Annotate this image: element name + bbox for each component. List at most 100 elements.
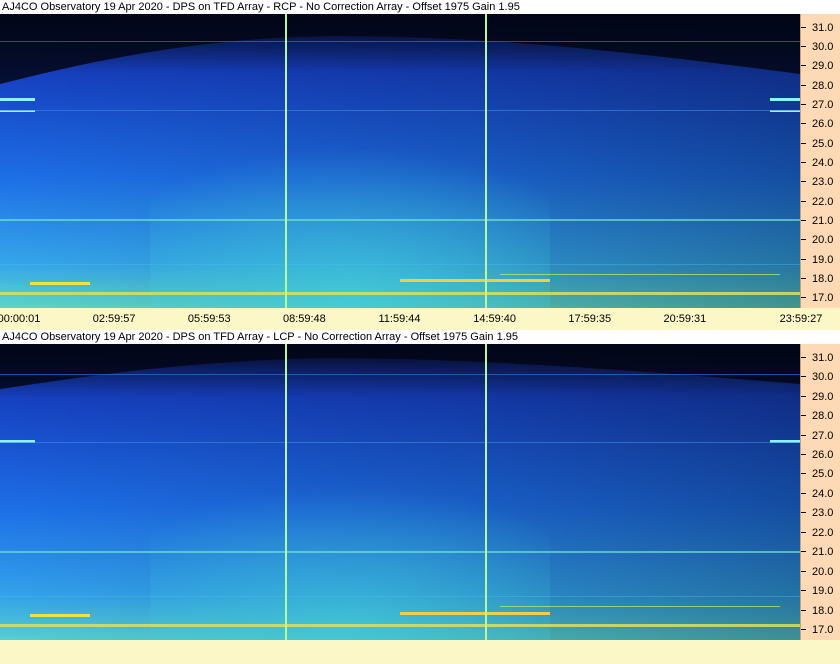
y-tick-label: 20.0 — [812, 234, 834, 247]
y-tick-mark — [801, 161, 806, 163]
y-tick-label: 21.0 — [812, 546, 834, 559]
y-tick-mark — [801, 103, 806, 105]
y-tick-label: 28.0 — [812, 79, 834, 92]
y-tick: 27.0 — [801, 429, 840, 443]
y-tick-mark — [801, 219, 806, 221]
y-tick-label: 17.0 — [812, 624, 834, 637]
x-tick-label: 05:59:53 — [187, 313, 231, 325]
y-tick-mark — [801, 415, 806, 417]
y-tick: 28.0 — [801, 79, 840, 93]
y-tick-label: 31.0 — [812, 351, 834, 364]
y-tick-label: 18.0 — [812, 604, 834, 617]
y-tick: 29.0 — [801, 390, 840, 404]
y-tick-label: 18.0 — [812, 272, 834, 285]
y-tick-mark — [801, 609, 806, 611]
x-tick-label: 02:59:57 — [92, 313, 136, 325]
y-tick-mark — [801, 200, 806, 202]
y-tick-label: 24.0 — [812, 156, 834, 169]
y-tick-label: 27.0 — [812, 98, 834, 111]
y-axis-rcp: 31.0 30.0 29.0 28.0 27.0 26.0 25.0 24.0 23.0 22.0… — [800, 14, 840, 308]
y-tick-label: 29.0 — [812, 60, 834, 73]
y-tick-label: 24.0 — [812, 487, 834, 500]
y-tick: 24.0 — [801, 487, 840, 501]
y-tick: 19.0 — [801, 253, 840, 267]
y-tick: 31.0 — [801, 351, 840, 365]
y-tick: 30.0 — [801, 370, 840, 384]
y-tick-label: 25.0 — [812, 137, 834, 150]
y-tick: 25.0 — [801, 137, 840, 151]
y-tick-mark — [801, 356, 806, 358]
marker-line-right — [485, 14, 487, 308]
y-tick-label: 28.0 — [812, 410, 834, 423]
y-tick-label: 27.0 — [812, 429, 834, 442]
y-tick: 22.0 — [801, 195, 840, 209]
y-tick-mark — [801, 45, 806, 47]
y-tick-label: 23.0 — [812, 176, 834, 189]
y-axis-lcp: 31.0 30.0 29.0 28.0 27.0 26.0 25.0 24.0 23.0 22.0… — [800, 344, 840, 640]
x-axis-lcp — [0, 640, 840, 664]
marker-line-left — [285, 344, 287, 640]
y-tick-label: 19.0 — [812, 253, 834, 266]
y-tick: 22.0 — [801, 526, 840, 540]
y-tick-mark — [801, 590, 806, 592]
spectrogram-lcp-canvas — [0, 344, 800, 640]
y-tick-mark — [801, 239, 806, 241]
y-tick-label: 31.0 — [812, 21, 834, 34]
y-tick-mark — [801, 454, 806, 455]
x-tick-label: 20:59:31 — [663, 313, 707, 325]
x-tick-label: 14:59:40 — [473, 313, 517, 325]
y-tick-mark — [801, 434, 806, 436]
y-tick-mark — [801, 181, 806, 183]
y-tick: 20.0 — [801, 233, 840, 247]
y-tick: 21.0 — [801, 545, 840, 559]
y-tick-mark — [801, 277, 806, 279]
x-tick-label: 00:00:01 — [0, 313, 41, 325]
y-tick-mark — [801, 142, 806, 144]
y-tick-label: 19.0 — [812, 585, 834, 598]
y-tick: 18.0 — [801, 604, 840, 618]
y-tick: 30.0 — [801, 40, 840, 54]
y-tick: 23.0 — [801, 506, 840, 520]
marker-line-right — [485, 344, 487, 640]
x-tick-label: 23:59:27 — [779, 313, 823, 325]
y-tick-mark — [801, 629, 806, 631]
y-tick-label: 30.0 — [812, 40, 834, 53]
marker-line-left — [285, 14, 287, 308]
y-tick-mark — [801, 297, 806, 299]
y-tick-label: 22.0 — [812, 195, 834, 208]
y-tick-mark — [801, 570, 806, 572]
y-tick-mark — [801, 376, 806, 378]
y-tick: 17.0 — [801, 623, 840, 637]
y-tick-mark — [801, 492, 806, 494]
y-tick-mark — [801, 84, 806, 86]
panel-title-lcp: AJ4CO Observatory 19 Apr 2020 - DPS on T… — [0, 330, 840, 344]
x-axis-rcp: 00:00:01 02:59:57 05:59:53 08:59:48 11:59:44… — [0, 308, 840, 330]
y-tick-label: 23.0 — [812, 507, 834, 520]
spectrogram-rcp[interactable] — [0, 14, 800, 308]
x-tick-label: 17:59:35 — [568, 313, 612, 325]
y-tick-mark — [801, 26, 806, 28]
y-tick-mark — [801, 512, 806, 514]
y-tick-mark — [801, 258, 806, 260]
y-tick-mark — [801, 395, 806, 397]
x-tick-label: 08:59:48 — [282, 313, 326, 325]
y-tick-mark — [801, 473, 806, 475]
y-tick: 20.0 — [801, 565, 840, 579]
panel-title-rcp: AJ4CO Observatory 19 Apr 2020 - DPS on T… — [0, 0, 840, 14]
y-tick-mark — [801, 123, 806, 125]
y-tick: 26.0 — [801, 448, 840, 462]
y-tick: 26.0 — [801, 117, 840, 131]
y-tick-label: 17.0 — [812, 292, 834, 305]
y-tick: 21.0 — [801, 214, 840, 228]
y-tick-label: 30.0 — [812, 371, 834, 384]
y-tick-label: 25.0 — [812, 468, 834, 481]
spectrogram-lcp[interactable] — [0, 344, 800, 640]
y-tick: 19.0 — [801, 584, 840, 598]
y-tick-mark — [801, 65, 806, 67]
y-tick-label: 20.0 — [812, 565, 834, 578]
y-tick: 23.0 — [801, 175, 840, 189]
y-tick-label: 26.0 — [812, 118, 834, 131]
y-tick-mark — [801, 551, 806, 553]
y-tick: 18.0 — [801, 272, 840, 286]
y-tick: 31.0 — [801, 21, 840, 35]
